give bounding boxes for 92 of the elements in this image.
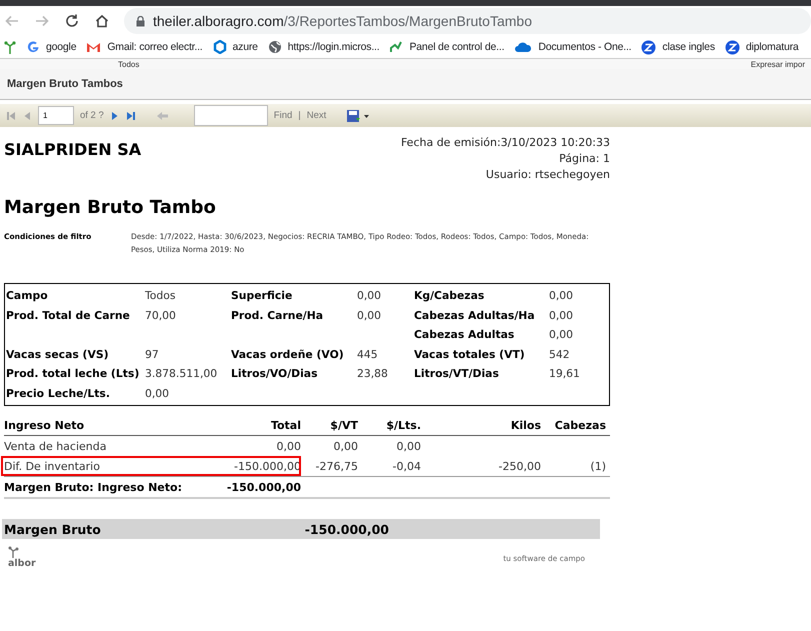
previous-page-icon[interactable]: [22, 110, 32, 120]
table-cell-text: Venta de hacienda: [4, 440, 108, 452]
field-label: Litros/VO/Dias: [231, 366, 319, 382]
page-label: Página: 1: [559, 151, 610, 167]
field-value: 542: [549, 346, 571, 363]
field-label: Kg/Cabezas: [414, 288, 486, 304]
letter-circle-icon: [641, 40, 656, 54]
mail-icon: [86, 41, 102, 53]
page-number-field[interactable]: 1: [38, 106, 74, 125]
bookmark[interactable]: azure: [212, 40, 258, 54]
total-label: Margen Bruto: Ingreso Neto:: [4, 480, 183, 494]
field-label: Prod. Carne/Ha: [231, 308, 324, 324]
bookmark[interactable]: clase ingles: [641, 40, 715, 54]
company-name: SIALPRIDEN SA: [4, 140, 142, 161]
field-label: Cabezas Adultas: [414, 327, 516, 344]
reload-icon[interactable]: [64, 13, 80, 29]
report-title: Margen Bruto Tambo: [4, 197, 217, 218]
table-cell-text: -250,00: [498, 460, 541, 472]
user-label: Usuario: rtsechegoyen: [486, 167, 610, 183]
cloud-icon: [514, 41, 532, 53]
sprout-icon[interactable]: [4, 40, 16, 54]
page-count: of 2 ?: [80, 110, 104, 121]
home-icon[interactable]: [94, 13, 110, 29]
field-label: Prod. Total de Carne: [6, 308, 131, 324]
field-value: 0,00: [357, 308, 382, 324]
field-label: Superficie: [231, 288, 294, 304]
field-value: 0,00: [549, 288, 574, 304]
save-dropdown-icon[interactable]: [346, 108, 370, 122]
table-cell-text: 0,00: [332, 440, 358, 452]
sprout-icon: [8, 545, 20, 558]
globe-icon: [268, 40, 282, 54]
table-cell-text: 0,00: [396, 440, 421, 452]
issue-date: Fecha de emisión:3/10/2023 10:20:33: [400, 135, 610, 151]
field-label: Campo: [6, 288, 49, 304]
field-value: 19,61: [549, 366, 581, 382]
total-value: -150.000,00: [226, 480, 301, 494]
field-value: 0,00: [357, 288, 382, 304]
forward-arrow-icon[interactable]: [34, 13, 50, 29]
field-value: 0,00: [145, 386, 170, 402]
field-value: 445: [357, 346, 379, 363]
address-bar[interactable]: theiler.alboragro.com/3/ReportesTambos/MargenBrutoTambo: [124, 8, 811, 34]
bookmark[interactable]: diplomatura: [724, 40, 799, 54]
field-value: Todos: [145, 288, 176, 304]
field-label: Vacas secas (VS): [6, 346, 110, 363]
separator-text: |: [298, 110, 301, 121]
field-label: Litros/VT/Dias: [414, 366, 500, 382]
bookmark[interactable]: Documentos - One...: [514, 41, 632, 53]
chart-icon: [389, 40, 404, 54]
lock-icon: [136, 16, 145, 26]
field-value: 3.878.511,00: [145, 366, 218, 382]
bookmark[interactable]: Gmail: correo electr...: [86, 41, 203, 53]
field-value: 0,00: [549, 327, 574, 344]
field-label: Cabezas Adultas/Ha: [414, 308, 536, 324]
bookmark[interactable]: google: [26, 40, 76, 54]
background-text: Expresar impor: [750, 60, 805, 68]
field-label: Precio Leche/Lts.: [6, 386, 111, 402]
background-text: Todos: [118, 60, 140, 68]
column-header: $/Lts.: [385, 419, 421, 432]
find-link[interactable]: Find: [274, 110, 292, 121]
field-label: Vacas ordeñe (VO): [231, 346, 345, 363]
column-header: $/VT: [329, 419, 358, 432]
table-cell-text: -276,75: [314, 460, 358, 472]
column-header: Kilos: [510, 419, 541, 432]
letter-circle-icon: [724, 40, 740, 54]
cube-icon: [212, 40, 227, 54]
column-header: Cabezas: [554, 419, 606, 432]
first-page-icon[interactable]: [6, 110, 16, 120]
column-header: Total: [270, 419, 301, 432]
table-cell-text: 0,00: [276, 440, 301, 452]
gross-margin-label: Margen Bruto: [4, 522, 102, 536]
google-icon: [26, 40, 40, 54]
field-value: 0,00: [549, 308, 574, 324]
table-cell-text: -150.000,00: [233, 460, 301, 472]
field-value: 97: [145, 346, 160, 363]
field-label: Prod. total leche (Lts): [6, 366, 140, 382]
next-link[interactable]: Next: [306, 110, 326, 121]
field-label: Vacas totales (VT): [414, 346, 526, 363]
next-page-icon[interactable]: [110, 110, 120, 120]
find-field[interactable]: [194, 105, 268, 126]
bookmark[interactable]: https://login.micros...: [268, 40, 380, 54]
gross-margin-value: -150.000,00: [304, 522, 389, 536]
last-page-icon[interactable]: [126, 110, 136, 120]
column-header: Ingreso Neto: [4, 419, 86, 432]
back-arrow-icon[interactable]: [4, 13, 20, 29]
field-value: 23,88: [357, 366, 389, 382]
logo-text: albor: [8, 558, 36, 569]
page-title: Margen Bruto Tambos: [7, 78, 123, 90]
table-cell-text: Dif. De inventario: [4, 460, 101, 472]
bookmark[interactable]: Panel de control de...: [389, 40, 504, 54]
table-cell-text: (1): [589, 460, 606, 472]
table-cell-text: -0,04: [392, 460, 421, 472]
field-value: 70,00: [145, 308, 177, 324]
